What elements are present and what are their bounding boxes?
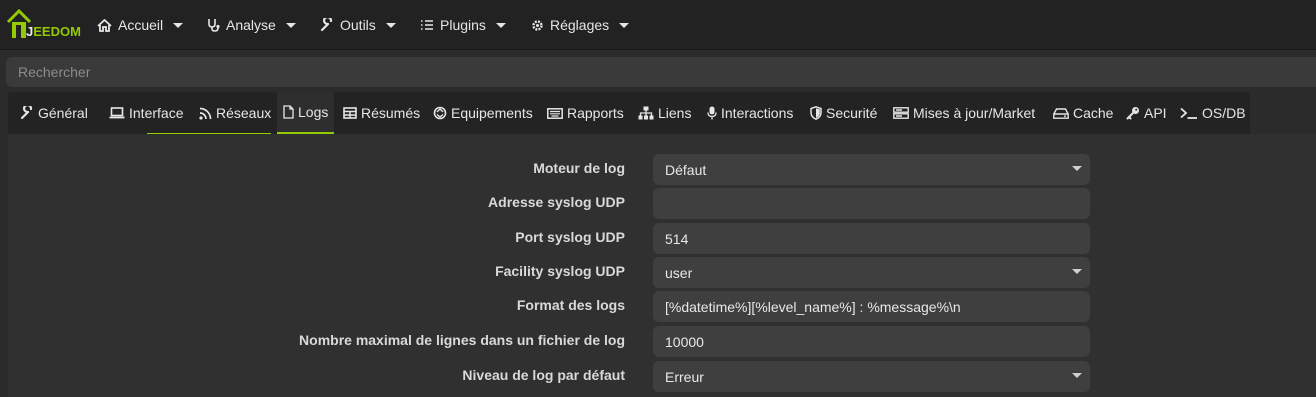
niveau-de-log-value: Erreur [665,368,704,385]
tab-general[interactable]: Général [20,92,88,134]
tab-os-db-label: OS/DB [1202,105,1246,121]
microphone-icon [707,106,717,120]
recycle-icon [433,106,447,120]
format-des-logs-value: [%datetime%][%level_name%] : %message%\n [665,298,961,315]
nav-reglages-label: Réglages [550,17,610,33]
file-icon [283,105,294,119]
nombre-maximal-lignes-value: 10000 [665,333,704,350]
tab-interface[interactable]: Interface [109,92,183,134]
tab-equipements[interactable]: Equipements [433,92,533,134]
hdd-icon [1053,107,1069,119]
shield-icon [810,106,822,120]
gear-icon [532,19,543,31]
port-syslog-udp-value: 514 [665,230,689,247]
nav-accueil-label: Accueil [118,17,164,33]
tab-api-label: API [1144,105,1167,121]
niveau-de-log-select[interactable]: Erreur [653,361,1090,392]
search-bar [6,57,1316,87]
chevron-down-icon [173,22,184,28]
tab-interactions[interactable]: Interactions [707,92,793,134]
form-label-adresse-syslog-udp: Adresse syslog UDP [488,194,625,210]
tab-cache-label: Cache [1073,105,1114,121]
dropdown-arrow-icon [1072,269,1082,274]
nav-outils[interactable]: Outils [320,0,396,50]
tab-cache[interactable]: Cache [1053,92,1113,134]
facility-syslog-udp-select[interactable]: user [653,257,1090,288]
adresse-syslog-udp-input[interactable] [653,188,1090,219]
form-label-moteur-de-log: Moteur de log [533,160,625,176]
tab-equipements-label: Equipements [451,105,533,121]
port-syslog-udp-input[interactable]: 514 [653,223,1090,254]
nav-plugins-label: Plugins [440,17,486,33]
nav-plugins[interactable]: Plugins [420,0,506,50]
chevron-down-icon [495,22,506,28]
tab-interface-label: Interface [129,105,184,121]
stethoscope-icon [208,19,220,32]
moteur-de-log-select[interactable]: Défaut [653,154,1090,185]
moteur-de-log-value: Défaut [665,161,707,178]
tab-resumes-label: Résumés [361,105,421,121]
wrench-icon [20,106,33,120]
tab-os-db[interactable]: OS/DB [1180,92,1246,134]
form-label-nombre-maximal-lignes: Nombre maximal de lignes dans un fichier… [299,332,625,348]
tab-mises-a-jour-market-label: Mises à jour/Market [913,105,1036,121]
tab-logs[interactable]: Logs [277,92,335,134]
keyboard-icon [547,107,563,119]
nav-reglages[interactable]: Réglages [531,0,630,50]
nav-outils-label: Outils [340,17,376,33]
tab-securite-label: Securité [826,105,878,121]
nav-analyse[interactable]: Analyse [207,0,296,50]
logo-text: JEEDOM [26,24,81,39]
format-des-logs-input[interactable]: [%datetime%][%level_name%] : %message%\n [653,291,1090,322]
tab-logs-label: Logs [298,104,329,120]
dropdown-arrow-icon [1072,373,1082,378]
nav-analyse-label: Analyse [226,17,276,33]
search-input[interactable] [6,57,1316,87]
laptop-icon [109,107,125,119]
form-label-facility-syslog-udp: Facility syslog UDP [495,263,625,279]
tab-reseaux[interactable]: Réseaux [199,92,271,134]
tab-rapports[interactable]: Rapports [547,92,624,134]
top-navbar: JEEDOM Accueil Analyse Outils Plugins Ré… [0,0,1316,50]
nombre-maximal-lignes-input[interactable]: 10000 [653,326,1090,357]
table-icon [343,107,357,119]
key-icon [1126,107,1139,120]
chevron-down-icon [285,22,296,28]
tab-mises-a-jour-market[interactable]: Mises à jour/Market [893,92,1035,134]
sitemap-icon [638,106,654,120]
home-icon [97,18,112,32]
form-label-format-des-logs: Format des logs [516,297,625,313]
tab-general-label: Général [38,105,88,121]
tab-liens[interactable]: Liens [638,92,691,134]
tasks-icon [421,20,433,30]
tab-securite[interactable]: Securité [810,92,877,134]
tab-rapports-label: Rapports [567,105,624,121]
server-icon [893,107,909,119]
form-label-port-syslog-udp: Port syslog UDP [515,229,625,245]
facility-syslog-udp-value: user [665,264,693,281]
tab-liens-label: Liens [658,105,692,121]
rss-icon [199,107,212,120]
tab-reseaux-label: Réseaux [216,105,272,121]
chevron-down-icon [385,22,396,28]
wrench-icon [320,18,333,32]
nav-accueil[interactable]: Accueil [97,0,184,50]
tab-api[interactable]: API [1126,92,1167,134]
chevron-down-icon [619,22,630,28]
terminal-icon [1180,107,1197,119]
jeedom-logo[interactable]: JEEDOM [6,8,81,42]
dropdown-arrow-icon [1072,166,1082,171]
tab-resumes[interactable]: Résumés [343,92,420,134]
tab-interactions-label: Interactions [721,105,794,121]
form-label-niveau-de-log: Niveau de log par défaut [462,367,625,383]
